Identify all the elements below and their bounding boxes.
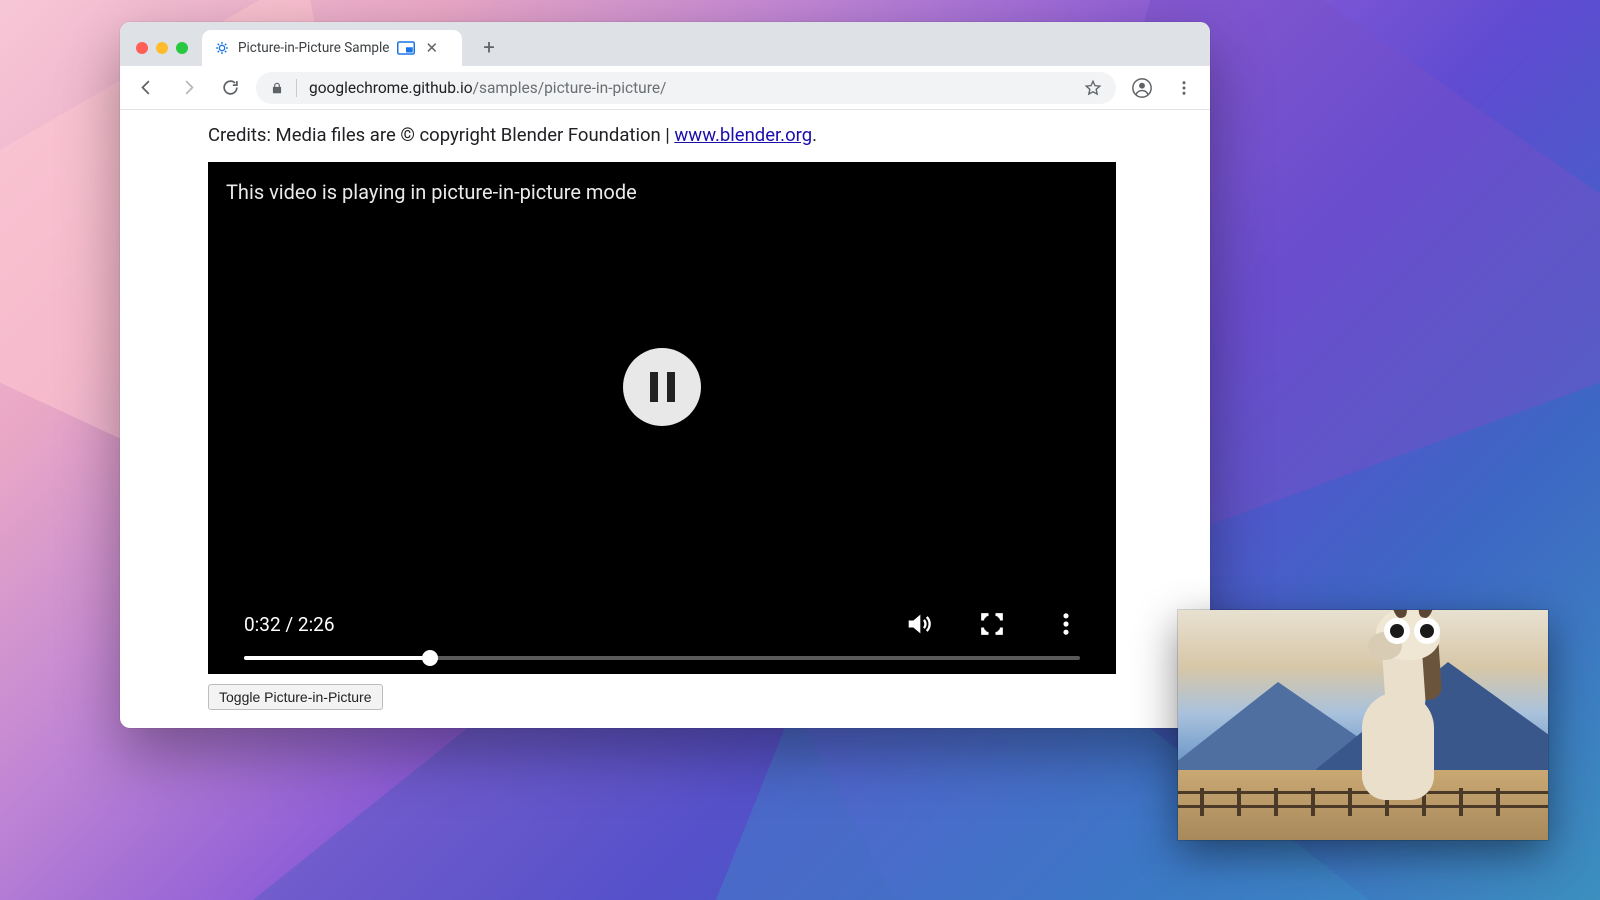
- maximize-window-button[interactable]: [176, 42, 188, 54]
- pause-button[interactable]: [623, 348, 701, 426]
- browser-menu-button[interactable]: [1168, 72, 1200, 104]
- url-text: googlechrome.github.io/samples/picture-i…: [309, 79, 666, 97]
- video-time-display: 0:32 / 2:26: [244, 613, 335, 636]
- video-more-menu-button[interactable]: [1052, 610, 1080, 638]
- volume-button[interactable]: [904, 610, 932, 638]
- credits-link[interactable]: www.blender.org: [674, 124, 812, 146]
- video-player[interactable]: This video is playing in picture-in-pict…: [208, 162, 1116, 674]
- close-tab-button[interactable]: ✕: [423, 41, 440, 56]
- credits-suffix: .: [812, 124, 817, 146]
- new-tab-button[interactable]: +: [474, 32, 504, 62]
- back-button[interactable]: [130, 72, 162, 104]
- bookmark-star-icon[interactable]: [1084, 79, 1102, 97]
- reload-button[interactable]: [214, 72, 246, 104]
- lock-icon: [270, 81, 284, 95]
- pip-video-subject: [1326, 615, 1476, 800]
- pause-icon: [650, 372, 675, 402]
- forward-button[interactable]: [172, 72, 204, 104]
- video-progress-bar[interactable]: [244, 656, 1080, 660]
- video-progress-thumb[interactable]: [422, 650, 438, 666]
- tab-favicon-icon: [214, 40, 230, 56]
- omnibox-divider: [296, 79, 297, 97]
- pip-window[interactable]: [1178, 610, 1548, 840]
- pip-badge-icon: [397, 41, 415, 55]
- credits-line: Credits: Media files are © copyright Ble…: [208, 124, 1122, 146]
- minimize-window-button[interactable]: [156, 42, 168, 54]
- fullscreen-button[interactable]: [978, 610, 1006, 638]
- video-controls: 0:32 / 2:26: [208, 610, 1116, 674]
- browser-tab[interactable]: Picture-in-Picture Sample ✕: [202, 30, 462, 66]
- browser-toolbar: googlechrome.github.io/samples/picture-i…: [120, 66, 1210, 110]
- tab-title: Picture-in-Picture Sample: [238, 40, 389, 56]
- video-progress-fill: [244, 656, 430, 660]
- close-window-button[interactable]: [136, 42, 148, 54]
- credits-text: Credits: Media files are © copyright Ble…: [208, 124, 674, 146]
- url-host: googlechrome.github.io: [309, 79, 473, 97]
- browser-window: Picture-in-Picture Sample ✕ +: [120, 22, 1210, 728]
- video-pip-status-text: This video is playing in picture-in-pict…: [226, 180, 637, 204]
- toggle-pip-button[interactable]: Toggle Picture-in-Picture: [208, 684, 383, 710]
- page-content: Credits: Media files are © copyright Ble…: [120, 110, 1210, 728]
- tab-strip: Picture-in-Picture Sample ✕ +: [120, 22, 1210, 66]
- window-controls: [130, 42, 196, 66]
- address-bar[interactable]: googlechrome.github.io/samples/picture-i…: [256, 72, 1116, 104]
- url-path: /samples/picture-in-picture/: [473, 79, 667, 97]
- desktop-background: Picture-in-Picture Sample ✕ +: [0, 0, 1600, 900]
- account-icon[interactable]: [1126, 72, 1158, 104]
